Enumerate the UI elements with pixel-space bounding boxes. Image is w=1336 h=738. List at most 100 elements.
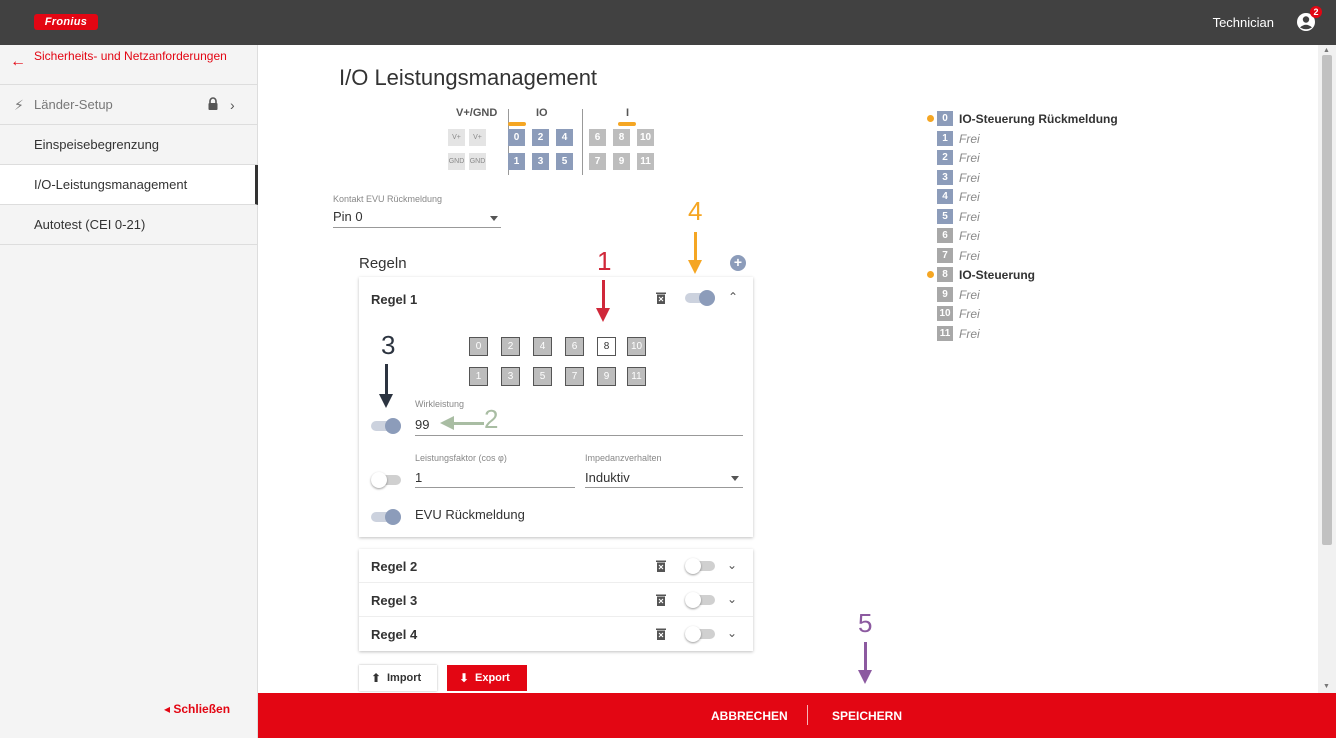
annotation-arrow-2 <box>452 422 484 425</box>
rule-card-1: Regel 1 ⌃ 0 2 4 6 8 10 1 3 5 7 9 11 Wirk… <box>359 277 753 537</box>
rule-row-3[interactable]: Regel 3 ⌄ <box>359 583 753 617</box>
scroll-down-icon[interactable]: ▼ <box>1323 683 1330 690</box>
pin-gnd: GND <box>469 153 486 170</box>
pin-gnd: GND <box>448 153 465 170</box>
user-name[interactable]: Technician <box>1213 15 1274 30</box>
sidebar-item-io-leistungsmanagement[interactable]: I/O-Leistungsmanagement <box>0 165 258 205</box>
legend-pin: 0 <box>937 111 953 126</box>
chevron-down-icon[interactable]: ⌄ <box>727 558 737 572</box>
pin-10: 10 <box>637 129 654 146</box>
pin-5: 5 <box>556 153 573 170</box>
legend-row: 10 Frei <box>927 304 1187 324</box>
pin-3: 3 <box>532 153 549 170</box>
legend-pin: 10 <box>937 306 953 321</box>
sidebar-item-autotest[interactable]: Autotest (CEI 0-21) <box>0 205 258 245</box>
sidebar-back-link[interactable]: ← Sicherheits- und Netzanforderungen <box>0 45 258 85</box>
annotation-arrow-5 <box>864 642 867 672</box>
annotation-4: 4 <box>688 196 703 226</box>
collapsed-rules: Regel 2 ⌄ Regel 3 ⌄ Regel 4 ⌄ <box>359 549 753 651</box>
rule-pin[interactable]: 5 <box>533 367 552 386</box>
legend-row: 9 Frei <box>927 285 1187 305</box>
rule-title: Regel 1 <box>371 292 418 307</box>
rule-pin[interactable]: 10 <box>627 337 646 356</box>
pin-6: 6 <box>589 129 606 146</box>
wirkleistung-input[interactable]: 99 <box>415 417 429 432</box>
legend-pin: 5 <box>937 208 953 224</box>
annotation-1: 1 <box>597 246 612 276</box>
rule-pin[interactable]: 3 <box>501 367 520 386</box>
legend-row: 11 Frei <box>927 324 1187 344</box>
leistungsfaktor-input[interactable]: 1 <box>415 470 422 485</box>
save-button[interactable]: SPEICHERN <box>832 709 902 723</box>
scrollbar[interactable]: ▲ ▼ <box>1318 45 1336 693</box>
rule-enable-toggle[interactable] <box>685 558 715 574</box>
rule-pin[interactable]: 2 <box>501 337 520 356</box>
rule-enable-toggle[interactable] <box>685 290 715 306</box>
delete-icon[interactable] <box>656 628 666 640</box>
group-label-io: IO <box>536 107 548 119</box>
evu-toggle[interactable] <box>371 509 401 525</box>
rule-row-2[interactable]: Regel 2 ⌄ <box>359 549 753 583</box>
import-label: Import <box>387 672 422 684</box>
chevron-right-icon: › <box>230 97 235 113</box>
scroll-thumb[interactable] <box>1322 55 1332 545</box>
rule-pin[interactable]: 6 <box>565 337 584 356</box>
add-rule-icon[interactable]: + <box>730 255 746 271</box>
rule-title: Regel 2 <box>371 559 418 574</box>
rule-pin[interactable]: 9 <box>597 367 616 386</box>
pin-vplus: V+ <box>469 129 486 146</box>
rule-pin[interactable]: 11 <box>627 367 646 386</box>
annotation-2: 2 <box>484 404 499 434</box>
delete-icon[interactable] <box>656 560 666 572</box>
arrow-left-icon: ← <box>10 53 26 70</box>
cancel-button[interactable]: ABBRECHEN <box>711 709 788 723</box>
sidebar-item-laender-setup[interactable]: ⚡ Länder-Setup › <box>0 85 258 125</box>
rule-pin[interactable]: 7 <box>565 367 584 386</box>
field-underline <box>415 487 575 488</box>
legend-pin: 4 <box>937 189 953 204</box>
legend-text: Frei <box>959 248 980 263</box>
annotation-arrow-4 <box>694 232 697 262</box>
chevron-down-icon[interactable]: ⌄ <box>727 626 737 640</box>
impedanz-label: Impedanzverhalten <box>585 453 662 463</box>
delete-icon[interactable] <box>656 594 666 606</box>
chevron-up-icon[interactable]: ⌃ <box>728 290 738 304</box>
pin-used-marker <box>618 122 636 126</box>
export-button[interactable]: ⬇ Export <box>447 665 527 691</box>
wirkleistung-toggle[interactable] <box>371 418 401 434</box>
rule-enable-toggle[interactable] <box>685 592 715 608</box>
rule-pin-selected[interactable]: 8 <box>597 337 616 356</box>
rule-row-4[interactable]: Regel 4 ⌄ <box>359 617 753 651</box>
field-underline <box>333 227 501 228</box>
pin-8: 8 <box>613 129 630 146</box>
pin-1: 1 <box>508 153 525 170</box>
divider <box>582 109 583 175</box>
legend-row: 2 Frei <box>927 148 1187 168</box>
sidebar-item-label: Autotest (CEI 0-21) <box>34 217 146 232</box>
fronius-logo[interactable]: Fronius <box>34 14 98 30</box>
legend-text: Frei <box>959 307 980 321</box>
legend-text: Frei <box>959 326 980 341</box>
pin-2: 2 <box>532 129 549 146</box>
close-sidebar-link[interactable]: ◂ Schließen <box>164 702 230 716</box>
leistungsfaktor-toggle[interactable] <box>371 472 401 488</box>
legend-text: IO-Steuerung Rückmeldung <box>959 112 1118 126</box>
import-button[interactable]: ⬆ Import <box>359 665 437 691</box>
used-dot-icon <box>927 271 934 278</box>
lock-icon <box>208 97 218 110</box>
legend-row: 4 Frei <box>927 187 1187 207</box>
rule-enable-toggle[interactable] <box>685 626 715 642</box>
rule-title: Regel 3 <box>371 593 418 608</box>
rule-pin[interactable]: 0 <box>469 337 488 356</box>
chevron-down-icon[interactable]: ⌄ <box>727 592 737 606</box>
legend-text: Frei <box>959 229 980 243</box>
rule-pin[interactable]: 1 <box>469 367 488 386</box>
legend-text: Frei <box>959 131 980 146</box>
delete-icon[interactable] <box>656 292 666 304</box>
scroll-up-icon[interactable]: ▲ <box>1323 47 1330 54</box>
annotation-arrowhead-2 <box>440 416 454 430</box>
legend-text: IO-Steuerung <box>959 268 1036 282</box>
rule-pin[interactable]: 4 <box>533 337 552 356</box>
sidebar-item-einspeisebegrenzung[interactable]: Einspeisebegrenzung <box>0 125 258 165</box>
legend-row: 3 Frei <box>927 168 1187 188</box>
